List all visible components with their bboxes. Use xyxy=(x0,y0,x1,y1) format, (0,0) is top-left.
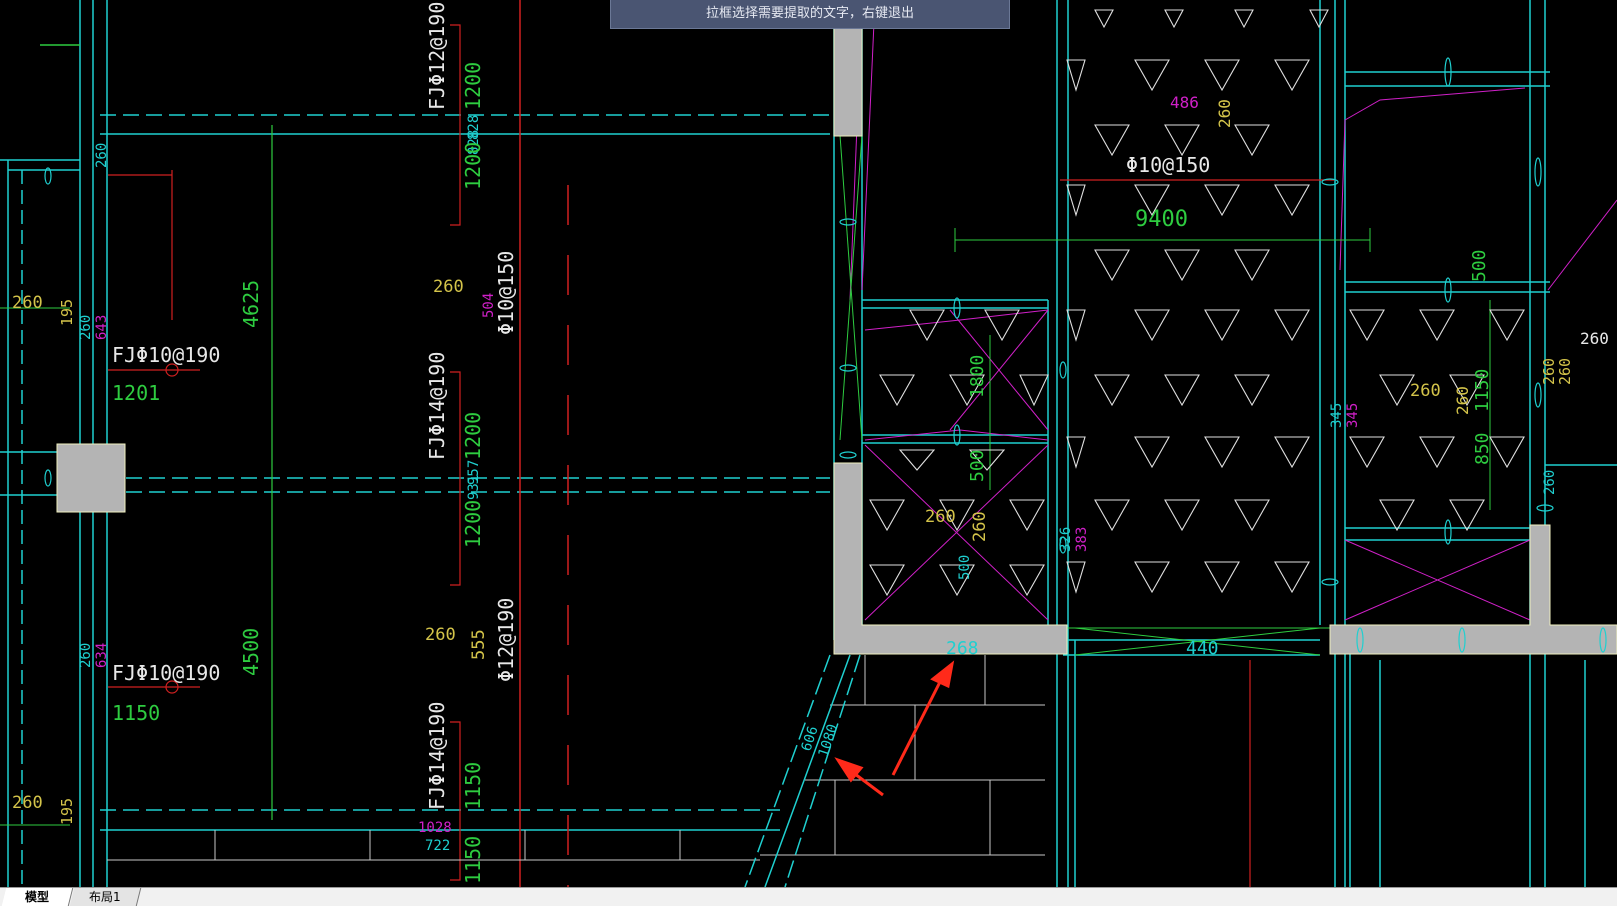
dim-label: 345 xyxy=(1345,403,1361,428)
tab-layout1-label: 布局1 xyxy=(89,890,121,904)
dim-label: 440 xyxy=(1186,638,1219,659)
dim-label: 1150 xyxy=(1472,369,1493,412)
dim-label: 1200 xyxy=(461,62,485,110)
dim-label: 260 xyxy=(925,507,956,527)
dim-label: 260 xyxy=(12,293,43,313)
dim-label: 260 xyxy=(1556,358,1574,385)
rebar-label: FJΦ14@190 xyxy=(425,352,449,460)
dim-label: 634 xyxy=(94,643,110,668)
dim-label: 486 xyxy=(1170,93,1199,112)
dim-label: 4500 xyxy=(239,628,263,676)
dim-label: 260 xyxy=(1542,470,1558,495)
rebar-label: Φ10@150 xyxy=(1126,153,1210,177)
dim-label: 195 xyxy=(58,798,76,825)
dim-label: 260 xyxy=(433,277,464,297)
dim-label: 260 xyxy=(1453,386,1472,415)
rebar-label: FJΦ10@190 xyxy=(112,661,220,685)
dim-label: 1201 xyxy=(112,381,160,405)
dim-label: 268 xyxy=(946,638,979,659)
dim-label: 643 xyxy=(94,315,110,340)
dim-label: 722 xyxy=(425,838,450,854)
dim-label: 500 xyxy=(967,449,988,482)
dim-label: 1150 xyxy=(461,762,485,810)
dim-label: 260 xyxy=(425,625,456,645)
dim-label: 260 xyxy=(970,511,990,542)
dim-label: 260 xyxy=(1215,99,1234,128)
dim-label: 1150 xyxy=(112,701,160,725)
dim-label: 260 xyxy=(78,643,94,668)
dim-label: 260 xyxy=(78,315,94,340)
dim-label: 555 xyxy=(469,629,489,660)
dim-label: 1200 xyxy=(461,500,485,548)
dim-label: 931 xyxy=(466,475,482,500)
dim-label: 1150 xyxy=(461,836,485,884)
rebar-label: FJΦ10@190 xyxy=(112,343,220,367)
dim-label: 260 xyxy=(1580,329,1609,348)
dim-label: 850 xyxy=(1472,432,1493,465)
rebar-label: Φ10@150 xyxy=(494,251,518,335)
tab-model[interactable]: 模型 xyxy=(1,888,74,906)
rebar-label: FJΦ14@190 xyxy=(425,702,449,810)
dim-label: 1800 xyxy=(967,355,988,398)
command-prompt-bar: 拉框选择需要提取的文字，右键退出 xyxy=(610,0,1010,29)
dim-label: 500 xyxy=(1469,249,1490,282)
dim-label: 260 xyxy=(94,143,110,168)
cad-application: FJΦ12@190 1200 828 828 1200 260 4625 260… xyxy=(0,0,1617,906)
dim-label: 1028 xyxy=(418,820,452,836)
dim-label: 260 xyxy=(12,793,43,813)
dim-label: 260 xyxy=(1410,381,1441,401)
tab-model-label: 模型 xyxy=(24,890,49,904)
dim-label: 195 xyxy=(58,299,76,326)
drawing-canvas[interactable]: FJΦ12@190 1200 828 828 1200 260 4625 260… xyxy=(0,0,1617,887)
dim-label: 500 xyxy=(957,555,973,580)
dim-label: 1200 xyxy=(461,412,485,460)
layout-tab-bar: 模型 布局1 xyxy=(0,887,1617,906)
dim-label: 4625 xyxy=(239,280,263,328)
rebar-label: Φ12@190 xyxy=(494,598,518,682)
dim-label: 326 xyxy=(1058,527,1074,552)
dim-label: 9400 xyxy=(1135,207,1188,232)
dim-label: 383 xyxy=(1074,527,1090,552)
dim-label: 345 xyxy=(1329,403,1345,428)
tab-layout1[interactable]: 布局1 xyxy=(69,888,142,906)
rebar-label: FJΦ12@190 xyxy=(425,2,449,110)
dim-label: 1200 xyxy=(461,142,485,190)
column-block xyxy=(56,443,126,513)
